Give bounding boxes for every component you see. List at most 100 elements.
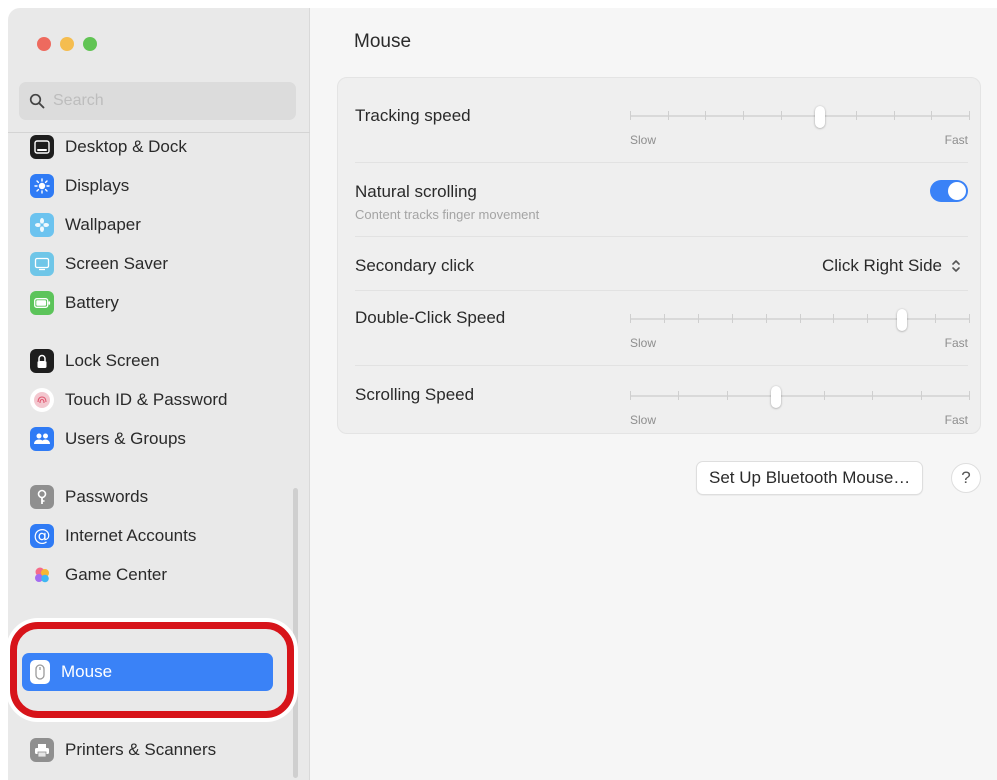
slider-tick [894, 111, 895, 120]
sidebar-item-battery[interactable]: Battery [30, 288, 290, 318]
sidebar-item-label: Game Center [65, 565, 168, 584]
natural-scrolling-toggle[interactable] [930, 180, 968, 202]
row-separator [355, 236, 968, 237]
slider-tick [698, 314, 699, 323]
users-icon [30, 427, 54, 451]
scrolling-speed-max-label: Fast [944, 413, 968, 427]
slider-tick [935, 314, 936, 323]
printer-icon [30, 738, 54, 762]
search-icon [29, 93, 45, 109]
scrolling-speed-label: Scrolling Speed [355, 385, 475, 404]
sidebar-item-label: Touch ID & Password [65, 390, 228, 409]
slider-knob[interactable] [771, 386, 781, 408]
slider-tick [630, 111, 631, 120]
sidebar-item-label: Printers & Scanners [65, 740, 217, 759]
fingerprint-icon [30, 388, 54, 412]
setup-bluetooth-mouse-button[interactable]: Set Up Bluetooth Mouse… [696, 461, 924, 495]
sidebar-item-lock-screen[interactable]: Lock Screen [30, 346, 290, 376]
sidebar-item-printers-scanners[interactable]: Printers & Scanners [30, 735, 290, 765]
sidebar-item-desktop-dock[interactable]: Desktop & Dock [30, 132, 290, 162]
main-pane: Mouse Tracking speed Slow Fast Natural s… [311, 8, 997, 780]
mouse-icon [30, 660, 50, 684]
slider-tick [743, 111, 744, 120]
slider-tick [856, 111, 857, 120]
mouse-settings-panel: Tracking speed Slow Fast Natural scrolli… [337, 77, 981, 434]
slider-tick [872, 391, 873, 400]
slider-tick [969, 391, 970, 400]
slider-tick [833, 314, 834, 323]
toggle-knob [948, 182, 966, 200]
sun-icon [30, 174, 54, 198]
chevron-updown-icon [952, 260, 960, 272]
flower-icon [30, 213, 54, 237]
sidebar-item-label: Screen Saver [65, 254, 168, 273]
sidebar-item-screen-saver[interactable]: Screen Saver [30, 249, 290, 279]
secondary-click-popup[interactable]: Click Right Side [822, 256, 962, 276]
tracking-speed-max-label: Fast [944, 133, 968, 147]
sidebar-item-game-center[interactable]: Game Center [30, 560, 290, 590]
slider-tick [766, 314, 767, 323]
window-controls [37, 37, 97, 51]
slider-tick [630, 314, 631, 323]
sidebar-item-wallpaper[interactable]: Wallpaper [30, 210, 290, 240]
sidebar-item-label: Wallpaper [65, 215, 141, 234]
slider-tick [969, 314, 970, 323]
slider-tick [824, 391, 825, 400]
slider-tick [781, 111, 782, 120]
sidebar-item-users-groups[interactable]: Users & Groups [30, 424, 290, 454]
natural-scrolling-description: Content tracks finger movement [355, 207, 540, 222]
help-button[interactable]: ? [951, 463, 981, 493]
slider-knob[interactable] [897, 309, 907, 331]
tracking-speed-min-label: Slow [630, 133, 657, 147]
sidebar-item-label: Mouse [61, 662, 113, 681]
game-center-icon [30, 563, 54, 587]
natural-scrolling-label: Natural scrolling [355, 182, 477, 201]
sidebar-item-mouse[interactable]: Mouse [22, 653, 273, 691]
screen-saver-icon [30, 252, 54, 276]
dock-icon [30, 135, 54, 159]
slider-tick [969, 111, 970, 120]
slider-tick [921, 391, 922, 400]
lock-icon [30, 349, 54, 373]
sidebar-item-label: Users & Groups [65, 429, 186, 448]
double-click-speed-slider[interactable] [630, 309, 970, 331]
settings-window: Desktop & Dock Displays Wallpaper Screen… [8, 8, 997, 780]
slider-tick [867, 314, 868, 323]
secondary-click-value: Click Right Side [822, 256, 942, 275]
sidebar-item-internet-accounts[interactable]: @ Internet Accounts [30, 521, 290, 551]
slider-tick [727, 391, 728, 400]
slider-tick [630, 391, 631, 400]
slider-tick [664, 314, 665, 323]
tracking-speed-label: Tracking speed [355, 106, 471, 125]
page-title: Mouse [354, 31, 412, 52]
slider-tick [800, 314, 801, 323]
double-click-speed-label: Double-Click Speed [355, 308, 506, 327]
sidebar-item-label: Displays [65, 176, 130, 195]
search-field[interactable] [19, 82, 296, 120]
sidebar-item-label: Lock Screen [65, 351, 160, 370]
minimize-window-button[interactable] [60, 37, 74, 51]
row-separator [355, 365, 968, 366]
row-separator [355, 290, 968, 291]
zoom-window-button[interactable] [83, 37, 97, 51]
sidebar-item-passwords[interactable]: Passwords [30, 482, 290, 512]
double-click-speed-min-label: Slow [630, 336, 657, 350]
sidebar-item-label: Passwords [65, 487, 149, 506]
sidebar-item-label: Internet Accounts [65, 526, 197, 545]
double-click-speed-max-label: Fast [944, 336, 968, 350]
sidebar-item-touch-id[interactable]: Touch ID & Password [30, 385, 290, 415]
sidebar-scrollbar[interactable] [293, 488, 298, 778]
scrolling-speed-slider[interactable] [630, 386, 970, 408]
slider-tick [705, 111, 706, 120]
slider-track [630, 115, 970, 117]
sidebar-item-displays[interactable]: Displays [30, 171, 290, 201]
tracking-speed-slider[interactable] [630, 106, 970, 128]
secondary-click-label: Secondary click [355, 256, 475, 275]
slider-tick [732, 314, 733, 323]
slider-tick [678, 391, 679, 400]
slider-track [630, 395, 970, 397]
slider-knob[interactable] [815, 106, 825, 128]
search-input[interactable] [53, 92, 273, 110]
close-window-button[interactable] [37, 37, 51, 51]
sidebar-item-label: Battery [65, 293, 119, 312]
